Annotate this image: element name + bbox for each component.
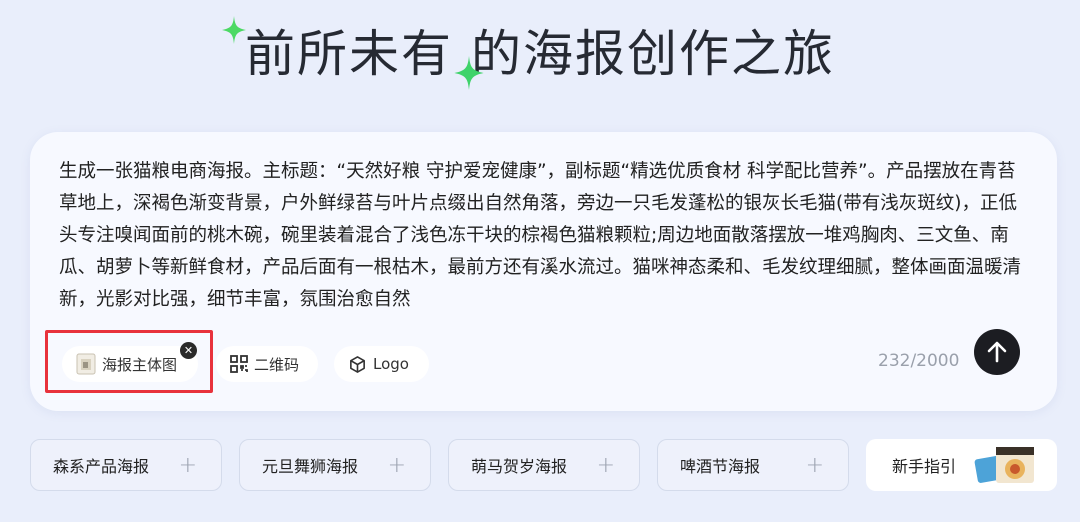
character-counter: 232/2000	[878, 351, 960, 371]
template-horse-new-year[interactable]: 萌马贺岁海报 +	[448, 439, 640, 491]
template-forest-product[interactable]: 森系产品海报 +	[30, 439, 222, 491]
template-label: 啤酒节海报	[680, 457, 761, 476]
qr-code-chip[interactable]: 二维码	[216, 346, 318, 382]
prompt-textarea[interactable]: 生成一张猫粮电商海报。主标题：“天然好粮 守护爱宠健康”，副标题“精选优质食材 …	[59, 156, 1029, 316]
plus-icon: +	[178, 452, 197, 478]
cube-icon	[348, 355, 367, 374]
template-label: 元旦舞狮海报	[262, 457, 359, 476]
highlight-box	[45, 330, 213, 393]
sparkle-icon	[222, 16, 246, 44]
logo-chip[interactable]: Logo	[334, 346, 429, 382]
template-beer-festival[interactable]: 啤酒节海报 +	[657, 439, 849, 491]
template-new-year-lion-dance[interactable]: 元旦舞狮海报 +	[239, 439, 431, 491]
guide-label: 新手指引	[892, 457, 957, 476]
send-button[interactable]	[974, 329, 1020, 375]
beginner-guide-button[interactable]: 新手指引	[866, 439, 1057, 491]
template-label: 萌马贺岁海报	[471, 457, 568, 476]
guide-thumbnail-image	[974, 447, 1034, 483]
chip-label: Logo	[373, 355, 409, 373]
arrow-up-icon	[987, 341, 1007, 363]
prompt-card: 生成一张猫粮电商海报。主标题：“天然好粮 守护爱宠健康”，副标题“精选优质食材 …	[30, 132, 1057, 411]
template-label: 森系产品海报	[53, 457, 150, 476]
plus-icon: +	[596, 452, 615, 478]
page-title: 前所未有 的海报创作之旅	[245, 25, 835, 83]
sparkle-icon	[454, 56, 484, 90]
qr-code-icon	[230, 355, 248, 373]
plus-icon: +	[387, 452, 406, 478]
chip-label: 二维码	[254, 355, 300, 374]
plus-icon: +	[805, 452, 824, 478]
